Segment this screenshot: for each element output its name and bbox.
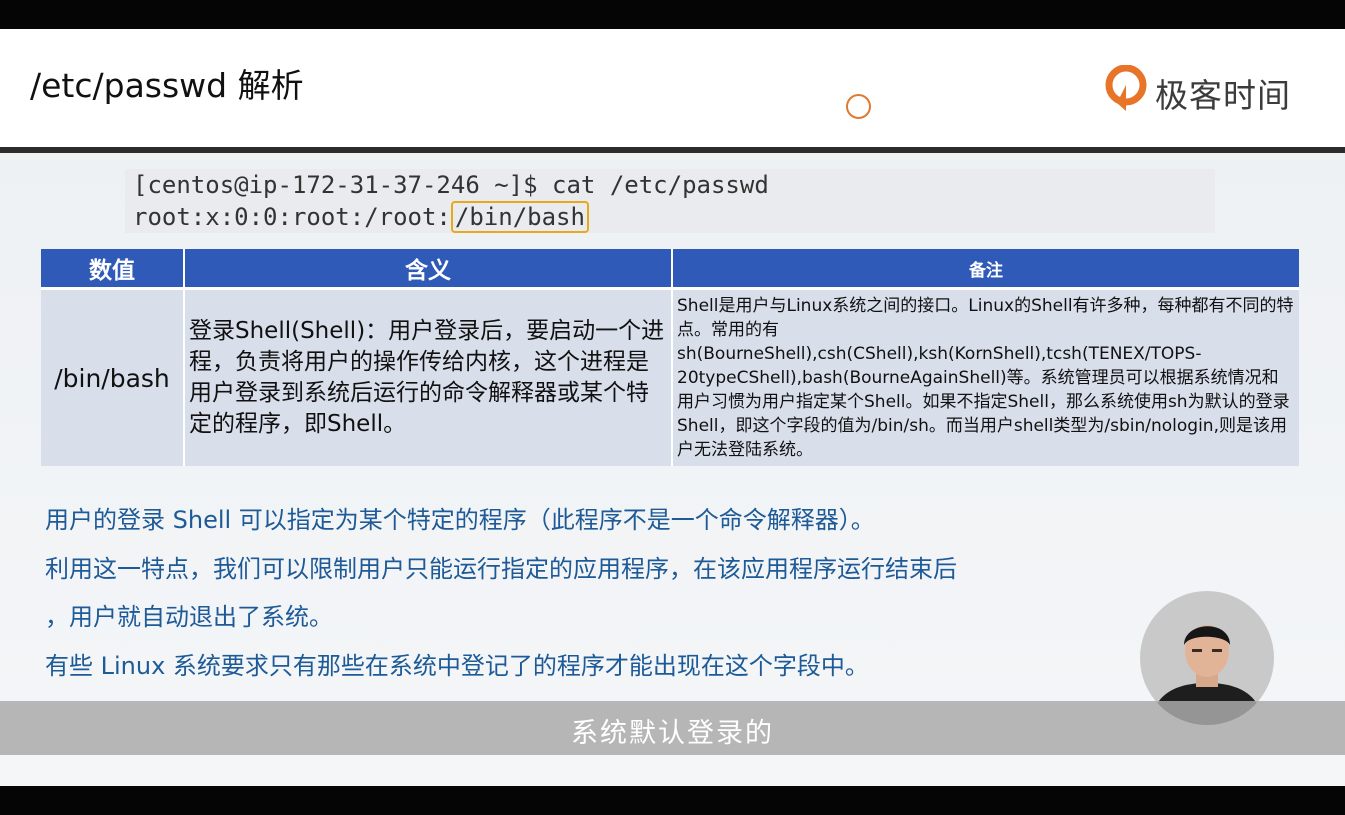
explanation-paragraph-1: 用户的登录 Shell 可以指定为某个特定的程序（此程序不是一个命令解释器）。 [45,506,875,534]
table-header-remark: 备注 [672,249,1299,290]
table-cell-meaning: 登录Shell(Shell)：用户登录后，要启动一个进程，负责将用户的操作传给内… [184,288,673,466]
slide: /etc/passwd 解析 极客时间 [centos@ip-172-31-37… [0,29,1345,786]
field-info-table: 数值 含义 备注 /bin/bash 登录Shell(Shell)：用户登录后，… [41,249,1299,466]
caption-bar: 系统默认登录的 [0,701,1345,755]
slide-header: /etc/passwd 解析 极客时间 [0,29,1345,147]
table-cell-value: /bin/bash [41,288,185,466]
video-bottom-letterbox [0,786,1345,815]
explanation-paragraph-4: 有些 Linux 系统要求只有那些在系统中登记了的程序才能出现在这个字段中。 [45,652,869,680]
cursor-ring-icon [846,94,871,119]
table-cell-remark: Shell是用户与Linux系统之间的接口。Linux的Shell有许多种，每种… [672,288,1299,466]
terminal-command-line: [centos@ip-172-31-37-246 ~]$ cat /etc/pa… [133,171,769,199]
explanation-paragraph-2: 利用这一特点，我们可以限制用户只能运行指定的应用程序，在该应用程序运行结束后 [45,555,957,583]
table-row: /bin/bash 登录Shell(Shell)：用户登录后，要启动一个进程，负… [41,288,1299,466]
slide-body [0,153,1345,786]
terminal-output-prefix: root:x:0:0:root:/root: [133,203,451,231]
slide-title: /etc/passwd 解析 [30,66,304,105]
brand-logo: 极客时间 [1105,65,1315,115]
caption-text: 系统默认登录的 [571,718,774,749]
table-header-meaning: 含义 [184,249,673,290]
table-header-row: 数值 含义 备注 [41,249,1299,290]
terminal-output-highlight: /bin/bash [450,201,589,233]
table-header-value: 数值 [41,249,185,290]
brand-logo-text: 极客时间 [1155,76,1291,115]
terminal-output-line: root:x:0:0:root:/root:/bin/bash [133,201,589,233]
explanation-paragraph-3: ，用户就自动退出了系统。 [45,603,333,631]
brand-logo-icon [1105,65,1147,111]
terminal-snippet: [centos@ip-172-31-37-246 ~]$ cat /etc/pa… [125,169,1215,233]
video-top-letterbox [0,0,1345,29]
